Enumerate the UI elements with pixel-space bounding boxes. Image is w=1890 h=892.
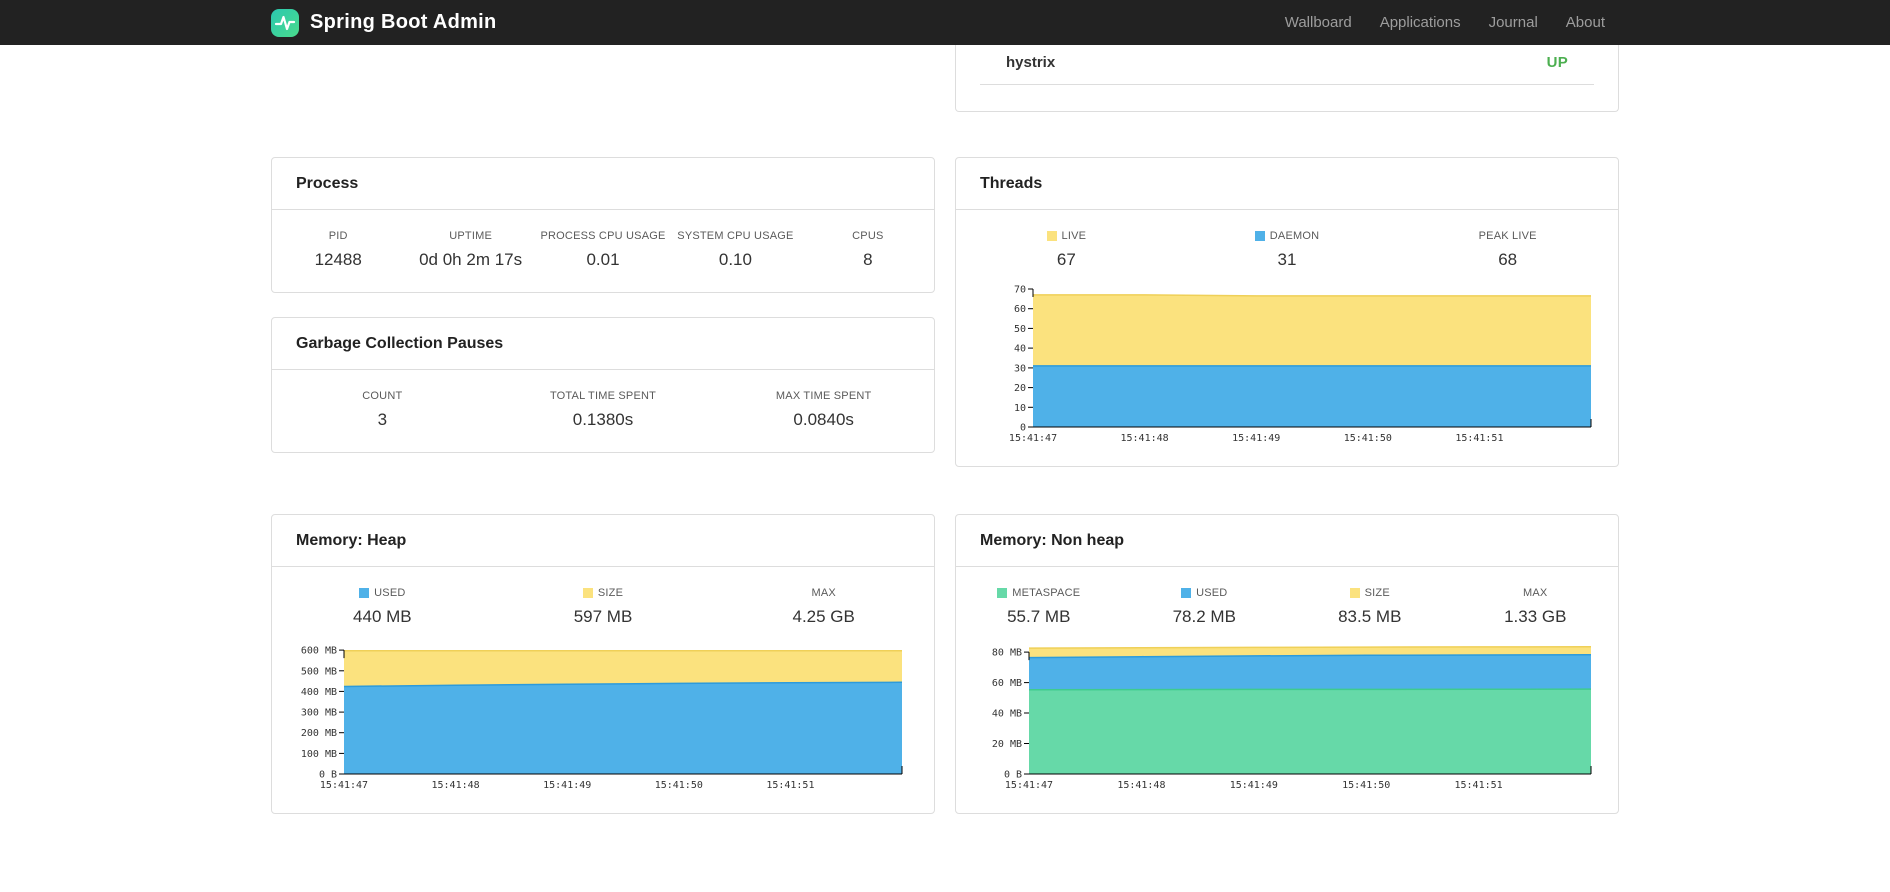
metric-system-cpu: SYSTEM CPU USAGE 0.10 xyxy=(677,230,794,269)
svg-text:15:41:50: 15:41:50 xyxy=(1344,433,1392,444)
svg-text:15:41:51: 15:41:51 xyxy=(1455,433,1503,444)
svg-text:15:41:49: 15:41:49 xyxy=(543,780,591,791)
daemon-swatch-icon xyxy=(1254,231,1265,241)
nonheap-size-swatch-icon xyxy=(1349,588,1360,598)
svg-text:15:41:51: 15:41:51 xyxy=(1455,780,1503,791)
heap-used-swatch-icon xyxy=(359,588,370,598)
svg-text:60 MB: 60 MB xyxy=(992,678,1022,689)
memory-heap-chart: 600 MB 500 MB 400 MB 300 MB 200 MB 100 MB 0 B1… xyxy=(297,643,908,791)
metric-heap-max: MAX 4.25 GB xyxy=(792,587,855,626)
svg-text:600 MB: 600 MB xyxy=(301,646,337,657)
nav-journal[interactable]: Journal xyxy=(1475,14,1552,31)
svg-text:10: 10 xyxy=(1014,403,1026,414)
svg-text:15:41:48: 15:41:48 xyxy=(1117,780,1165,791)
svg-text:200 MB: 200 MB xyxy=(301,728,337,739)
gc-metrics: COUNT 3 TOTAL TIME SPENT 0.1380s MAX TIM… xyxy=(272,390,934,430)
heap-size-swatch-icon xyxy=(582,588,593,598)
svg-text:15:41:47: 15:41:47 xyxy=(1005,780,1053,791)
svg-text:20: 20 xyxy=(1014,383,1026,394)
svg-text:15:41:47: 15:41:47 xyxy=(1009,433,1057,444)
metric-nonheap-max: MAX 1.33 GB xyxy=(1504,587,1567,626)
svg-text:70: 70 xyxy=(1014,285,1026,296)
svg-text:30: 30 xyxy=(1014,363,1026,374)
metric-gc-total: TOTAL TIME SPENT 0.1380s xyxy=(549,390,657,429)
metric-uptime: UPTIME 0d 0h 2m 17s xyxy=(419,230,523,269)
svg-text:15:41:48: 15:41:48 xyxy=(1121,433,1169,444)
memory-nonheap-title: Memory: Non heap xyxy=(956,515,1618,567)
memory-nonheap-panel: Memory: Non heap METASPACE 55.7 MB USED … xyxy=(955,514,1619,814)
threads-panel-title: Threads xyxy=(956,158,1618,210)
health-item-name: hystrix xyxy=(1006,54,1056,71)
process-panel: Process PID 12488 UPTIME 0d 0h 2m 17s PR… xyxy=(271,157,935,293)
svg-text:80 MB: 80 MB xyxy=(992,648,1022,659)
metric-nonheap-size: SIZE 83.5 MB xyxy=(1338,587,1402,626)
threads-panel: Threads LIVE 67 DAEMON 31 PEAK LIVE 68 7… xyxy=(955,157,1619,467)
svg-text:15:41:51: 15:41:51 xyxy=(766,780,814,791)
memory-nonheap-chart: 80 MB 60 MB 40 MB 20 MB 0 B 15:41:47 15:41:48 1… xyxy=(988,643,1597,791)
svg-text:40: 40 xyxy=(1014,344,1026,355)
svg-text:15:41:49: 15:41:49 xyxy=(1230,780,1278,791)
svg-text:15:41:49: 15:41:49 xyxy=(1232,433,1280,444)
metric-nonheap-used: USED 78.2 MB xyxy=(1172,587,1236,626)
metric-heap-used: USED 440 MB xyxy=(353,587,412,626)
main-nav: Wallboard Applications Journal About xyxy=(1271,14,1619,31)
gc-panel-title: Garbage Collection Pauses xyxy=(272,318,934,370)
metric-threads-peak: PEAK LIVE 68 xyxy=(1478,230,1537,269)
metric-process-cpu: PROCESS CPU USAGE 0.01 xyxy=(540,230,666,269)
app-logo-icon xyxy=(271,8,299,37)
nav-wallboard[interactable]: Wallboard xyxy=(1271,14,1366,31)
svg-text:50: 50 xyxy=(1014,324,1026,335)
gc-panel: Garbage Collection Pauses COUNT 3 TOTAL … xyxy=(271,317,935,453)
metric-gc-count: COUNT 3 xyxy=(362,390,403,429)
svg-text:100 MB: 100 MB xyxy=(301,749,337,760)
nav-about[interactable]: About xyxy=(1552,14,1619,31)
svg-text:0: 0 xyxy=(1020,423,1026,434)
svg-text:20 MB: 20 MB xyxy=(992,739,1022,750)
nav-applications[interactable]: Applications xyxy=(1366,14,1475,31)
process-metrics: PID 12488 UPTIME 0d 0h 2m 17s PROCESS CP… xyxy=(272,230,934,270)
svg-text:15:41:50: 15:41:50 xyxy=(1342,780,1390,791)
memory-heap-legend: USED 440 MB SIZE 597 MB MAX 4.25 GB xyxy=(272,587,934,627)
svg-text:40 MB: 40 MB xyxy=(992,709,1022,720)
brand-title: Spring Boot Admin xyxy=(310,11,497,33)
svg-text:500 MB: 500 MB xyxy=(301,666,337,677)
navbar: Spring Boot Admin Wallboard Applications… xyxy=(0,0,1890,45)
svg-text:15:41:50: 15:41:50 xyxy=(655,780,703,791)
threads-chart: 70 60 50 40 30 20 10 0 15:41:47 15:41:48 15:41:49 1… xyxy=(1009,285,1597,444)
status-badge: UP xyxy=(1546,54,1568,71)
process-panel-title: Process xyxy=(272,158,934,210)
metric-threads-live: LIVE 67 xyxy=(956,230,1177,270)
svg-text:0 B: 0 B xyxy=(319,770,337,781)
memory-heap-title: Memory: Heap xyxy=(272,515,934,567)
svg-text:0 B: 0 B xyxy=(1004,770,1022,781)
health-row-hystrix: hystrix UP xyxy=(980,45,1594,85)
metric-pid: PID 12488 xyxy=(314,230,362,269)
svg-text:15:41:47: 15:41:47 xyxy=(320,780,368,791)
brand[interactable]: Spring Boot Admin xyxy=(271,8,497,37)
live-swatch-icon xyxy=(1046,231,1057,241)
metric-threads-daemon: DAEMON 31 xyxy=(1177,230,1398,270)
metric-cpus: CPUS 8 xyxy=(852,230,884,269)
metric-gc-max: MAX TIME SPENT 0.0840s xyxy=(775,390,872,429)
metric-heap-size: SIZE 597 MB xyxy=(573,587,633,626)
nonheap-used-swatch-icon xyxy=(1181,588,1192,598)
metaspace-swatch-icon xyxy=(997,588,1008,598)
memory-nonheap-legend: METASPACE 55.7 MB USED 78.2 MB SIZE 83.5… xyxy=(956,587,1618,627)
metric-metaspace: METASPACE 55.7 MB xyxy=(956,587,1122,627)
svg-text:60: 60 xyxy=(1014,304,1026,315)
main-content: hystrix UP Process PID 12488 UPTIME 0d 0… xyxy=(271,45,1619,814)
health-panel: hystrix UP xyxy=(955,45,1619,112)
svg-text:300 MB: 300 MB xyxy=(301,708,337,719)
svg-text:400 MB: 400 MB xyxy=(301,687,337,698)
threads-legend: LIVE 67 DAEMON 31 PEAK LIVE 68 xyxy=(956,230,1618,270)
svg-text:15:41:48: 15:41:48 xyxy=(432,780,480,791)
memory-heap-panel: Memory: Heap USED 440 MB SIZE 597 MB MAX… xyxy=(271,514,935,814)
